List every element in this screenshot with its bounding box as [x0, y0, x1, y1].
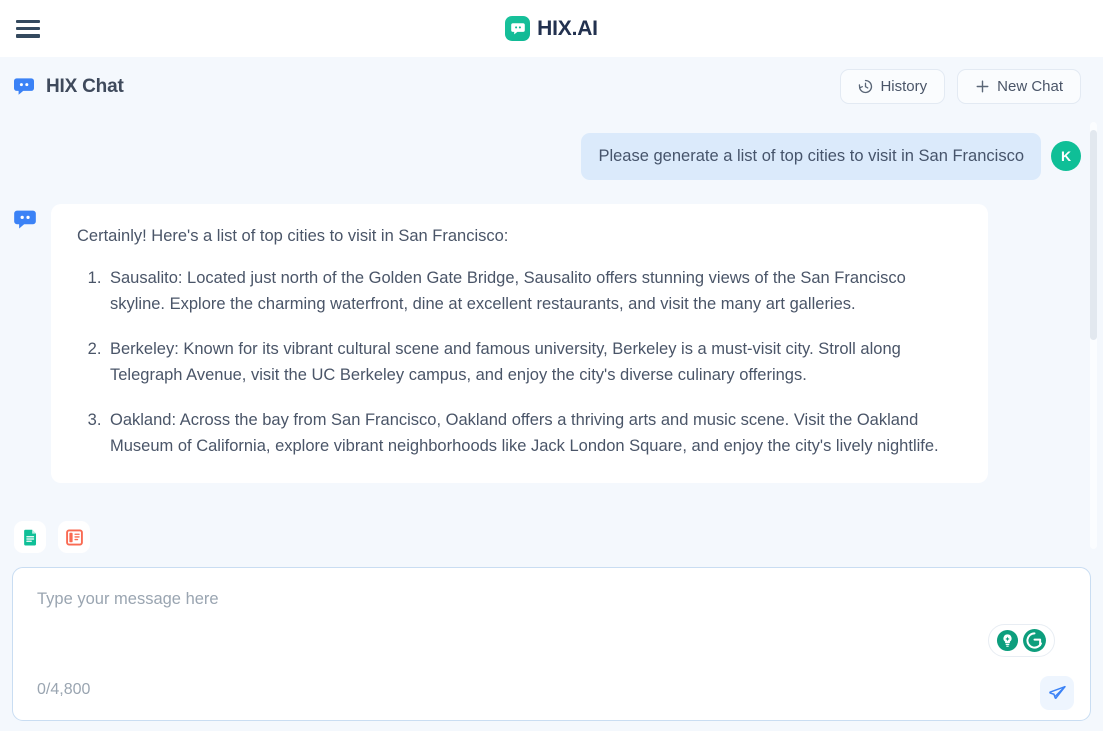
- list-item: Sausalito: Located just north of the Gol…: [106, 265, 962, 317]
- conversation-scrollbar[interactable]: [1090, 122, 1097, 549]
- new-chat-button[interactable]: New Chat: [957, 69, 1081, 104]
- message-tool-icons: [14, 521, 90, 553]
- character-counter: 0/4,800: [37, 681, 90, 699]
- search-input-placeholder[interactable]: Type your message here: [37, 590, 1066, 610]
- hamburger-bar: [16, 27, 40, 30]
- plus-icon: [975, 79, 990, 94]
- header-actions: History New Chat: [840, 69, 1081, 104]
- clock-history-icon: [858, 79, 873, 94]
- hix-chat-bubble-logo-icon: [505, 16, 530, 41]
- history-button-label: History: [880, 78, 927, 95]
- message-input-container[interactable]: Type your message here 0/4,800: [12, 567, 1091, 721]
- top-bar: HIX.AI: [0, 0, 1103, 57]
- hamburger-bar: [16, 34, 40, 37]
- assistant-message-bubble: Certainly! Here's a list of top cities t…: [51, 204, 988, 484]
- grammarly-logo-icon[interactable]: [1022, 628, 1047, 653]
- chat-bubble-icon: [12, 75, 36, 99]
- new-chat-button-label: New Chat: [997, 78, 1063, 95]
- user-message-bubble: Please generate a list of top cities to …: [581, 133, 1041, 180]
- avatar: K: [1051, 141, 1081, 171]
- conversation-bottom-fade: [0, 537, 1103, 559]
- hamburger-menu-icon[interactable]: [16, 20, 40, 38]
- history-button[interactable]: History: [840, 69, 945, 104]
- page-title: HIX Chat: [46, 76, 124, 98]
- writing-assistant-pill[interactable]: [988, 624, 1055, 657]
- assistant-message-row: Certainly! Here's a list of top cities t…: [12, 180, 1081, 484]
- brand-logo[interactable]: HIX.AI: [505, 16, 598, 41]
- user-message-row: Please generate a list of top cities to …: [12, 116, 1081, 180]
- composer-area: Type your message here 0/4,800: [0, 559, 1103, 731]
- chat-title-group: HIX Chat: [12, 75, 124, 99]
- assistant-chat-bubble-icon: [12, 207, 38, 233]
- send-paper-plane-icon: [1048, 684, 1067, 703]
- list-item: Oakland: Across the bay from San Francis…: [106, 407, 962, 459]
- layout-panel-icon[interactable]: [58, 521, 90, 553]
- send-button[interactable]: [1040, 676, 1074, 710]
- assistant-intro-text: Certainly! Here's a list of top cities t…: [77, 225, 962, 247]
- brand-name: HIX.AI: [537, 17, 598, 41]
- hamburger-bar: [16, 20, 40, 23]
- conversation-scroll-area[interactable]: Please generate a list of top cities to …: [0, 116, 1103, 559]
- city-list: Sausalito: Located just north of the Gol…: [77, 265, 962, 459]
- document-export-icon[interactable]: [14, 521, 46, 553]
- list-item: Berkeley: Known for its vibrant cultural…: [106, 336, 962, 388]
- chat-header: HIX Chat History N: [0, 57, 1103, 116]
- scrollbar-thumb[interactable]: [1090, 130, 1097, 340]
- hix-chat-app: HIX.AI HIX Chat: [0, 0, 1103, 731]
- lightbulb-idea-icon[interactable]: [996, 629, 1019, 652]
